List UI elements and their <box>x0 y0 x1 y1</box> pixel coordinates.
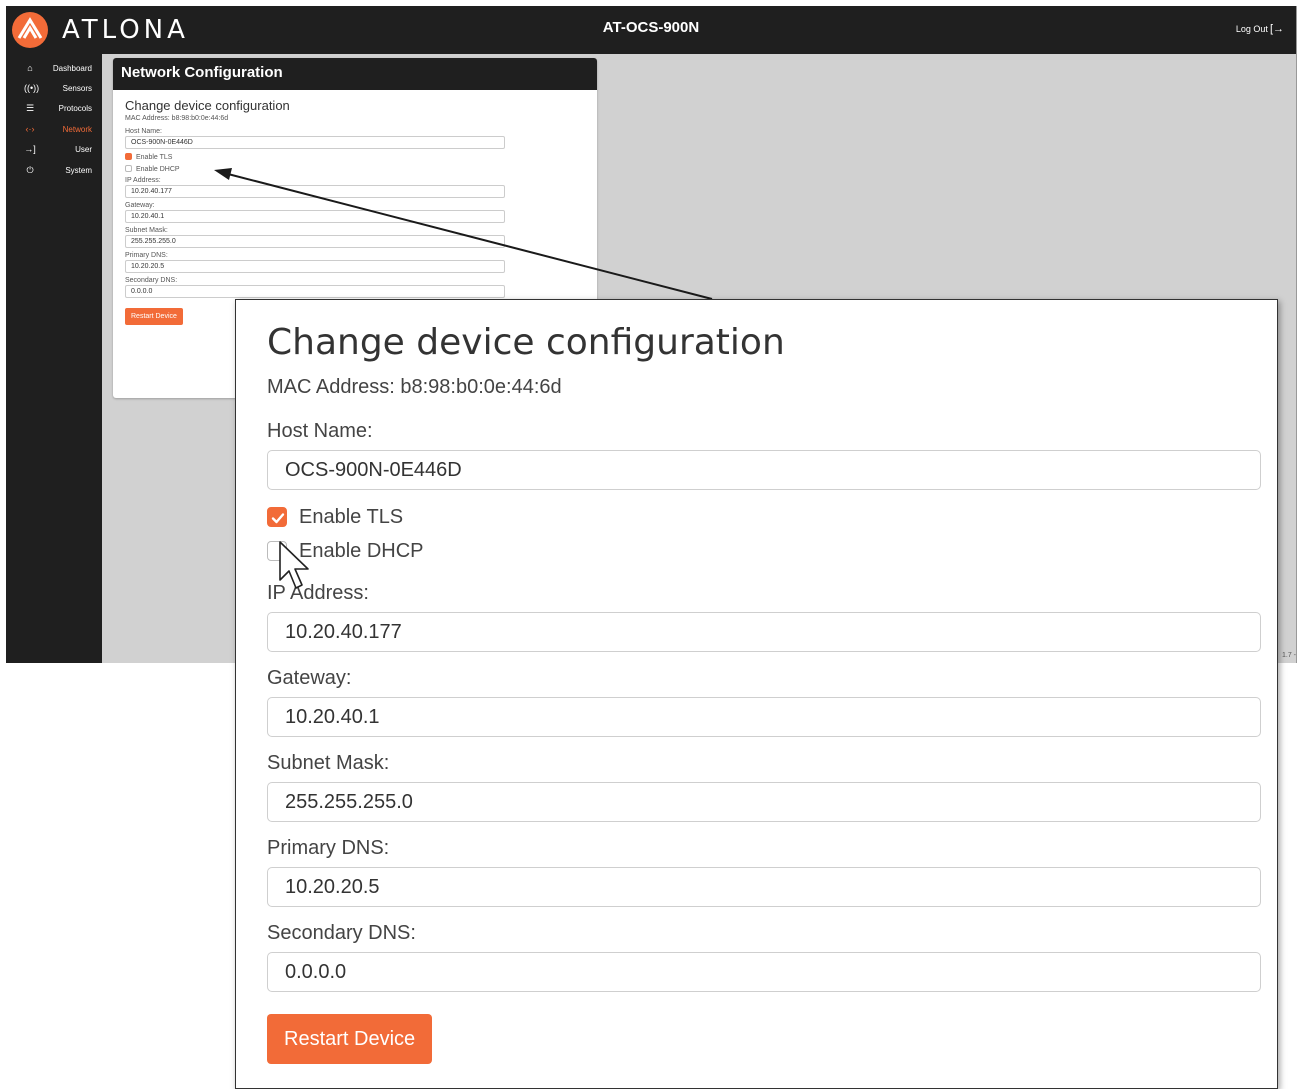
primary-dns-label: Primary DNS: <box>267 837 390 859</box>
ip-address-label: IP Address: <box>267 582 369 604</box>
enable-tls-checkbox[interactable]: Enable TLS <box>267 505 1261 529</box>
subnet-mask-label: Subnet Mask: <box>267 752 390 774</box>
zoomed-config-panel: Change device configuration MAC Address:… <box>235 299 1278 1089</box>
enable-dhcp-checkbox[interactable]: Enable DHCP <box>267 539 1261 563</box>
enable-dhcp-label: Enable DHCP <box>299 540 424 562</box>
mac-address: MAC Address: b8:98:b0:0e:44:6d <box>267 376 562 398</box>
restart-device-button[interactable]: Restart Device <box>267 1014 433 1064</box>
secondary-dns-input[interactable]: 0.0.0.0 <box>267 952 1261 992</box>
mouse-cursor-icon <box>279 541 309 589</box>
gateway-label: Gateway: <box>267 667 352 689</box>
host-name-input[interactable]: OCS-900N-0E446D <box>267 450 1261 490</box>
secondary-dns-label: Secondary DNS: <box>267 922 416 944</box>
subnet-mask-input[interactable]: 255.255.255.0 <box>267 782 1261 822</box>
gateway-input[interactable]: 10.20.40.1 <box>267 697 1261 737</box>
primary-dns-input[interactable]: 10.20.20.5 <box>267 867 1261 907</box>
host-name-label: Host Name: <box>267 420 373 442</box>
enable-tls-label: Enable TLS <box>299 506 404 528</box>
checkmark-icon <box>267 507 287 527</box>
ip-address-input[interactable]: 10.20.40.177 <box>267 612 1261 652</box>
config-heading: Change device configuration <box>267 322 785 363</box>
